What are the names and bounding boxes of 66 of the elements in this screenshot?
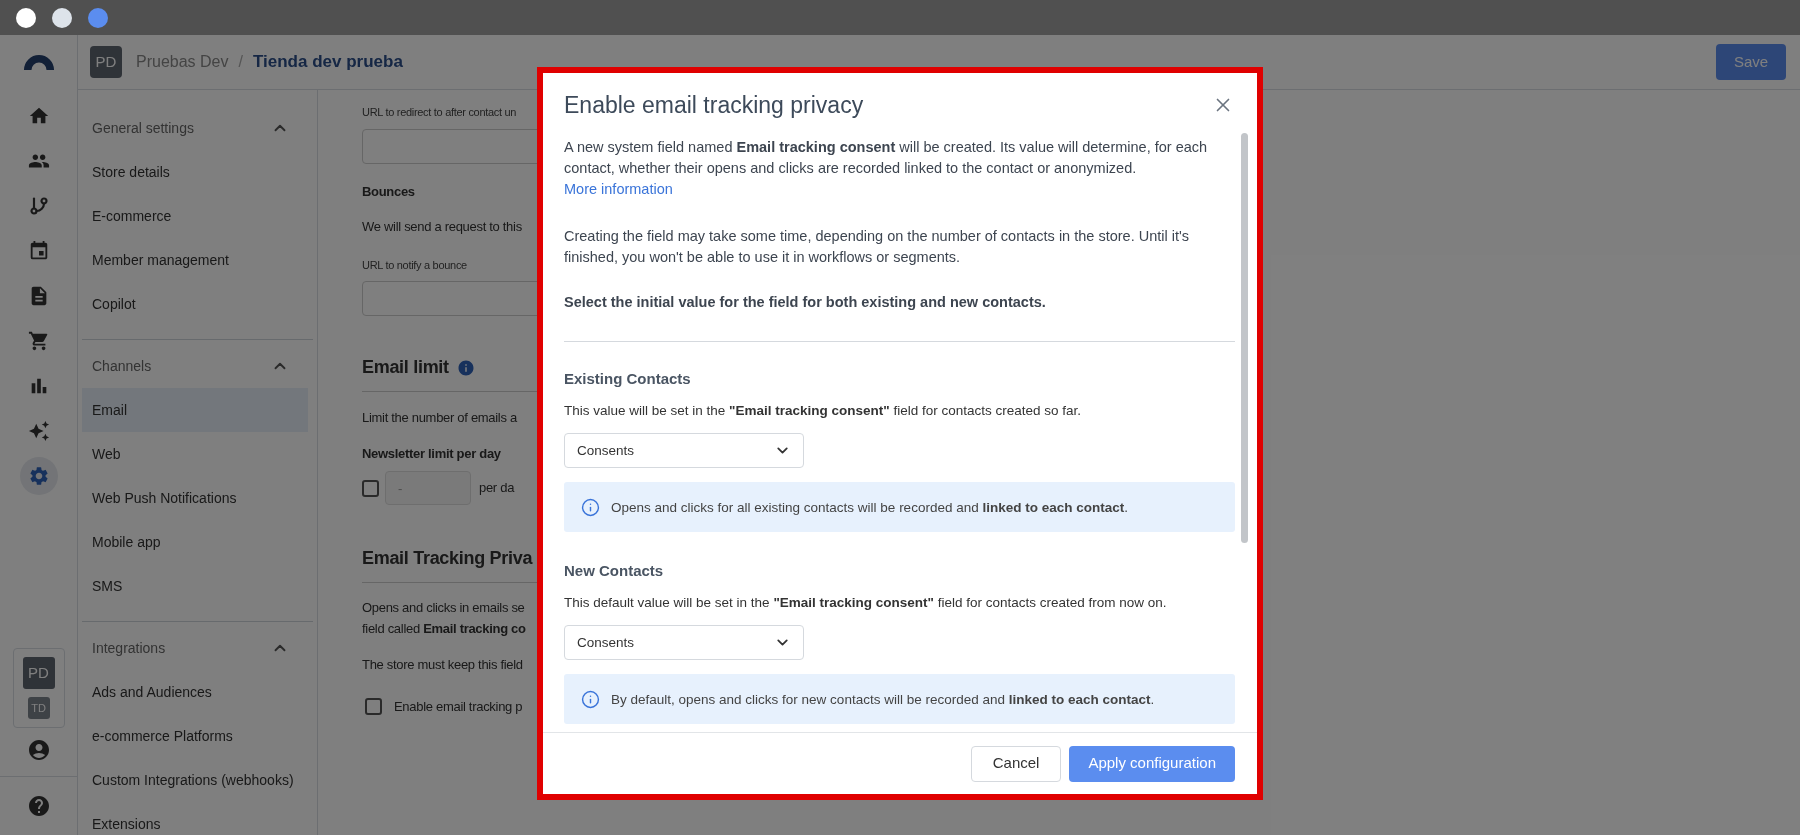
nav-item[interactable]: SMS xyxy=(82,564,308,608)
field-label: URL to notify a bounce xyxy=(362,257,467,273)
logo-icon xyxy=(22,54,55,71)
section-text: We will send a request to this xyxy=(362,218,522,236)
nav-item[interactable]: Member management xyxy=(82,238,308,282)
info-icon[interactable] xyxy=(456,358,475,377)
info-text: By default, opens and clicks for new contacts will be recorded and linked to each contact. xyxy=(611,690,1155,709)
cancel-button[interactable]: Cancel xyxy=(970,745,1062,782)
info-icon xyxy=(581,689,600,709)
nav-item[interactable]: e-commerce Platforms xyxy=(82,714,308,758)
nav-item[interactable]: Copilot xyxy=(82,282,308,326)
nav-item[interactable]: Store details xyxy=(82,150,308,194)
nav-item[interactable]: Extensions xyxy=(82,802,308,835)
limit-input[interactable]: - xyxy=(385,471,471,505)
save-button[interactable]: Save xyxy=(1716,44,1786,80)
intro-paragraph: A new system field named Email tracking consent will be created. Its value will determine, for each contact, whether their opens and clicks are recorded linked to the contact or anonymized. More information xyxy=(564,138,1209,199)
consent-select[interactable]: Consents xyxy=(564,625,804,660)
nav-item[interactable]: Ads and Audiences xyxy=(82,670,308,714)
branch-icon xyxy=(28,196,49,216)
prompt-text: Select the initial value for the field for both existing and new contacts. xyxy=(564,293,1047,312)
consent-select[interactable]: Consents xyxy=(564,433,804,468)
section-heading: Email Tracking Priva xyxy=(362,548,533,568)
nav-item[interactable]: Custom Integrations (webhooks) xyxy=(82,758,308,802)
more-information-link[interactable]: More information xyxy=(564,181,673,197)
workspace-name[interactable]: Pruebas Dev xyxy=(136,50,229,74)
section-subtitle: Bounces xyxy=(362,182,415,201)
section-description: This value will be set in the "Email tracking consent" field for contacts created so far. xyxy=(564,402,1083,420)
nav-group-header[interactable]: General settings xyxy=(78,106,317,150)
user-account-icon[interactable] xyxy=(26,738,51,762)
checkbox-label: Enable email tracking p xyxy=(394,697,523,716)
store-name: Tienda dev prueba xyxy=(252,51,403,74)
cart-icon xyxy=(27,330,50,352)
apply-configuration-button[interactable]: Apply configuration xyxy=(1069,745,1235,782)
modal-title: Enable email tracking privacy xyxy=(564,90,864,120)
info-text: Opens and clicks for all existing contacts will be recorded and linked to each contact. xyxy=(611,498,1128,517)
nav-item[interactable]: Web Push Notifications xyxy=(82,476,308,520)
nav-item[interactable]: Email xyxy=(82,388,308,432)
sparkles-icon xyxy=(27,420,50,442)
note-paragraph: Creating the field may take some time, depending on the number of contacts in the store. Until it's finished, you won't be able to use it in workflows or segments. xyxy=(564,227,1190,267)
section-heading: Email limit xyxy=(362,356,449,379)
nav-item[interactable]: Web xyxy=(82,432,308,476)
workspace-avatar: PD xyxy=(90,46,122,78)
section-text: Limit the number of emails a xyxy=(362,409,517,427)
info-icon xyxy=(581,497,600,517)
help-icon[interactable] xyxy=(26,794,51,818)
field-label: Newsletter limit per day xyxy=(362,444,501,463)
nav-group-header[interactable]: Integrations xyxy=(78,626,317,670)
section-description: This default value will be set in the "Email tracking consent" field for contacts created from now on. xyxy=(564,594,1168,612)
breadcrumb-separator: / xyxy=(238,52,243,72)
nav-group-header[interactable]: Channels xyxy=(78,344,317,388)
checkbox[interactable] xyxy=(362,479,379,497)
section-title: New Contacts xyxy=(564,561,665,581)
nav-item[interactable]: E-commerce xyxy=(82,194,308,238)
unit-label: per da xyxy=(479,479,515,498)
section-text: Opens and clicks in emails se xyxy=(362,599,525,617)
account-avatar[interactable]: TD xyxy=(27,697,50,719)
nav-item[interactable]: Mobile app xyxy=(82,520,308,564)
checkbox[interactable] xyxy=(365,697,382,715)
section-text: The store must keep this field xyxy=(362,656,523,674)
section-title: Existing Contacts xyxy=(564,369,692,389)
settings-icon xyxy=(27,465,50,487)
scrollbar-thumb[interactable] xyxy=(1241,133,1248,543)
account-avatar[interactable]: PD xyxy=(22,657,55,689)
rail-nav-button[interactable] xyxy=(19,457,58,495)
section-text: field called Email tracking co xyxy=(362,620,526,638)
field-label: URL to redirect to after contact un xyxy=(362,105,517,120)
